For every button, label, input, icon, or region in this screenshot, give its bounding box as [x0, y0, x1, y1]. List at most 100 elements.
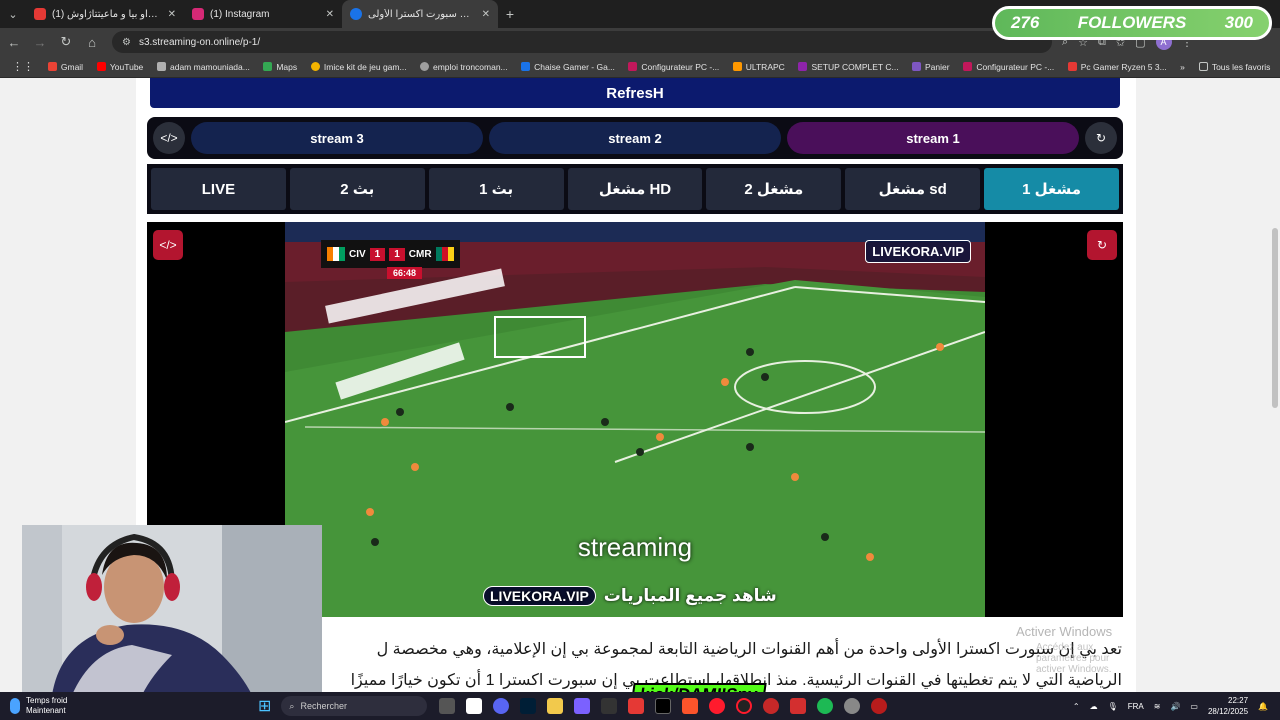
tab-stream[interactable]: بي إن سبورت اكسترا الأولى ✕ [342, 0, 498, 28]
chrome-icon[interactable] [844, 698, 861, 714]
language-indicator[interactable]: FRA [1128, 702, 1144, 711]
server-bath-2[interactable]: بث 2 [289, 168, 425, 210]
server-player-1[interactable]: مشغل 1 [984, 168, 1120, 210]
bookmark-ultrapc[interactable]: ULTRAPC [727, 62, 791, 72]
taskbar-search[interactable]: ⌕ Rechercher [281, 696, 428, 716]
video-footer: LIVEKORA.VIP شاهد جميع المباريات [483, 586, 777, 606]
brave-icon[interactable] [682, 698, 699, 714]
forward-icon[interactable]: → [28, 30, 52, 54]
weather-title: Temps froid [26, 696, 68, 705]
stream-tab-2[interactable]: stream 2 [489, 122, 781, 154]
maps-icon [263, 62, 273, 71]
followers-label: FOLLOWERS [1077, 13, 1187, 32]
bookmark-adam[interactable]: adam mamouniada... [151, 62, 255, 72]
app-icon[interactable] [871, 698, 888, 714]
new-tab-button[interactable]: + [498, 6, 522, 22]
photoshop-icon[interactable] [520, 698, 537, 714]
reload-stream-icon[interactable]: ↻ [1085, 122, 1117, 154]
tab-search-icon[interactable]: ⌄ [0, 0, 26, 28]
video-frame[interactable]: CIV 1 1 CMR 66:48 LIVEKORA.VIP streaming… [285, 222, 985, 617]
stream-selector: </> stream 3 stream 2 stream 1 ↻ [147, 117, 1123, 159]
server-hd[interactable]: مشغل HD [567, 168, 703, 210]
close-tab-icon[interactable]: ✕ [326, 9, 334, 20]
opera-gx-icon[interactable] [736, 698, 753, 714]
close-tab-icon[interactable]: ✕ [482, 9, 490, 20]
page-scrollbar[interactable] [1270, 78, 1280, 692]
page-icon [157, 62, 166, 71]
flag-civ-icon [327, 247, 345, 261]
weather-widget[interactable]: Temps froid Maintenant [0, 696, 230, 716]
bookmark-label: Pc Gamer Ryzen 5 3... [1080, 61, 1167, 72]
more-bookmarks-icon[interactable]: » [1174, 62, 1191, 72]
apps-icon[interactable]: ⋮⋮ [6, 60, 40, 73]
discord-icon[interactable] [493, 698, 510, 714]
spotify-icon[interactable] [817, 698, 834, 714]
windows-start-icon[interactable]: ⊞ [258, 696, 271, 716]
app-icon[interactable] [628, 698, 645, 714]
reload-player-icon[interactable]: ↻ [1087, 230, 1117, 260]
server-sd[interactable]: مشغل sd [845, 168, 981, 210]
bookmark-pcgamer[interactable]: Pc Gamer Ryzen 5 3... [1062, 62, 1172, 72]
cloud-icon[interactable]: ☁ [1090, 702, 1098, 711]
system-tray: ⌃ ☁ 🎙 FRA ≋ 🔊 ▭ 22:27 28/12/2025 🔔 [1073, 695, 1280, 717]
article-line: تعد بي إن سبورت اكسترا الأولى واحدة من أ… [376, 641, 1122, 658]
opera-icon[interactable] [709, 698, 726, 714]
all-bookmarks-label: Tous les favoris [1211, 61, 1271, 72]
server-live[interactable]: LIVE [151, 168, 286, 210]
embed-code-icon[interactable]: </> [153, 122, 185, 154]
server-selector: LIVE بث 2 بث 1 مشغل HD مشغل 2 مشغل sd مش… [147, 164, 1123, 214]
bookmark-label: Gmail [60, 61, 84, 72]
battery-icon[interactable]: ▭ [1190, 702, 1198, 711]
bookmark-imice[interactable]: Imice kit de jeu gam... [305, 62, 412, 72]
reload-icon[interactable]: ↻ [54, 30, 78, 54]
embed-code-icon[interactable]: </> [153, 230, 183, 260]
tab-youtube[interactable]: (1) دیکلاراو بیا و ماعیتتاژاوش ... ✕ [26, 0, 184, 28]
server-bath-1[interactable]: بث 1 [428, 168, 564, 210]
score-right: 1 [389, 247, 405, 261]
stream-tab-3[interactable]: stream 3 [191, 122, 483, 154]
task-view-icon[interactable] [439, 698, 456, 714]
scrollbar-thumb[interactable] [1272, 228, 1278, 408]
wifi-icon[interactable]: ≋ [1154, 702, 1161, 711]
clock-time: 22:27 [1228, 696, 1249, 705]
bookmark-gmail[interactable]: Gmail [42, 62, 89, 72]
refresh-button[interactable]: RefresH [150, 78, 1120, 108]
all-bookmarks[interactable]: Tous les favoris [1193, 62, 1276, 72]
bookmark-setup[interactable]: SETUP COMPLET C... [792, 62, 903, 72]
app-icon[interactable] [466, 698, 483, 714]
tab-instagram[interactable]: (1) Instagram ✕ [184, 0, 342, 28]
home-icon[interactable]: ⌂ [80, 30, 104, 54]
search-placeholder: Rechercher [300, 701, 347, 711]
followers-goal: 300 [1224, 13, 1253, 32]
app-icon[interactable] [655, 698, 672, 714]
close-tab-icon[interactable]: ✕ [168, 9, 176, 20]
bookmark-configurateur[interactable]: Configurateur PC -... [622, 62, 724, 72]
app-icon[interactable] [763, 698, 780, 714]
folder-icon [1198, 62, 1208, 71]
site-info-icon[interactable]: ⚙ [122, 37, 131, 48]
back-icon[interactable]: ← [2, 30, 26, 54]
bookmark-panier[interactable]: Panier [906, 62, 955, 72]
bookmark-maps[interactable]: Maps [257, 62, 303, 72]
app-icon[interactable] [574, 698, 591, 714]
app-icon[interactable] [601, 698, 618, 714]
address-bar[interactable]: ⚙ s3.streaming-on.online/p-1/ [112, 31, 1052, 53]
site-favicon-icon [350, 8, 362, 20]
volume-icon[interactable]: 🔊 [1170, 702, 1180, 711]
notifications-icon[interactable]: 🔔 [1258, 702, 1268, 711]
bookmark-label: emploi troncoman... [433, 61, 508, 72]
clock[interactable]: 22:27 28/12/2025 [1208, 695, 1248, 717]
bookmark-chaise[interactable]: Chaise Gamer - Ga... [515, 62, 620, 72]
server-player-2[interactable]: مشغل 2 [706, 168, 842, 210]
livekora-logo: LIVEKORA.VIP [865, 240, 971, 263]
file-explorer-icon[interactable] [547, 698, 564, 714]
globe-icon [420, 62, 429, 71]
search-icon: ⌕ [289, 700, 295, 711]
stream-tab-1[interactable]: stream 1 [787, 122, 1079, 154]
chevron-up-icon[interactable]: ⌃ [1073, 702, 1080, 711]
app-icon[interactable] [790, 698, 807, 714]
microphone-icon[interactable]: 🎙 [1108, 702, 1118, 711]
bookmark-configurateur-2[interactable]: Configurateur PC -... [957, 62, 1059, 72]
bookmark-youtube[interactable]: YouTube [91, 62, 149, 72]
bookmark-emploi[interactable]: emploi troncoman... [414, 62, 513, 72]
